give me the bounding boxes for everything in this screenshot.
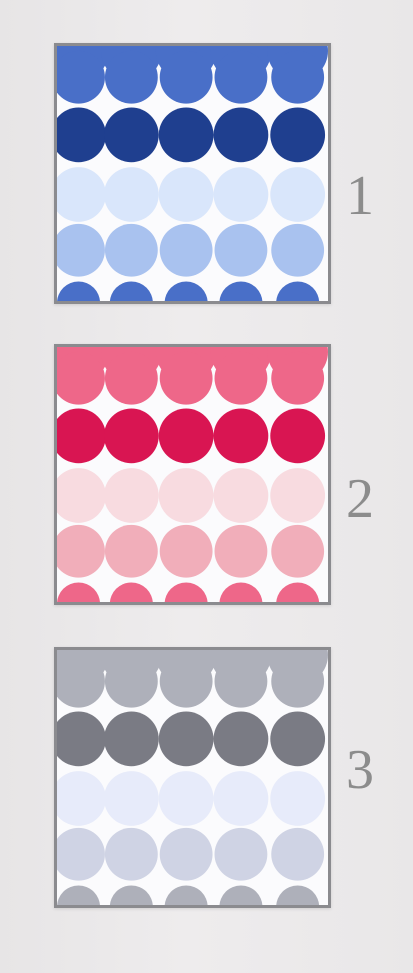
swatch-number-1: 1 [346,165,374,227]
dot [104,827,158,881]
dot [213,711,269,767]
dot [103,771,159,826]
dot [158,167,214,222]
dot [159,827,213,881]
dot [213,771,269,826]
dot [159,654,213,708]
dot [270,468,326,523]
dot [158,771,214,826]
dot [271,524,325,578]
dot [213,167,269,222]
dot [103,408,159,464]
dot [158,468,214,523]
swatch-number-2: 2 [346,468,374,530]
dot [159,50,213,104]
dot [270,711,326,767]
dot [158,711,214,767]
dot [270,408,326,464]
dot [159,351,213,405]
dot [159,223,213,277]
dot [158,107,214,163]
dot [104,223,158,277]
swatch-card-1 [54,43,331,304]
swatch-card-2 [54,344,331,605]
dot [270,107,326,163]
dot [271,223,325,277]
dot [158,408,214,464]
dot [270,771,326,826]
dot [271,50,325,104]
dot-pattern-3 [57,650,328,905]
dot [214,50,268,104]
dot [214,223,268,277]
dot [214,827,268,881]
dot [270,167,326,222]
dot [104,50,158,104]
dot [103,711,159,767]
dot [159,524,213,578]
dot [103,107,159,163]
dot [213,468,269,523]
dot [104,524,158,578]
swatch-number-3: 3 [346,739,374,801]
dot [104,351,158,405]
dot-pattern-1 [57,46,328,301]
dot-pattern-2 [57,347,328,602]
dot [271,351,325,405]
dot [271,827,325,881]
dot [103,167,159,222]
swatch-card-3 [54,647,331,908]
dot [213,107,269,163]
dot [214,351,268,405]
dot [213,408,269,464]
dot [104,654,158,708]
dot [214,524,268,578]
dot [271,654,325,708]
dot [214,654,268,708]
dot [103,468,159,523]
